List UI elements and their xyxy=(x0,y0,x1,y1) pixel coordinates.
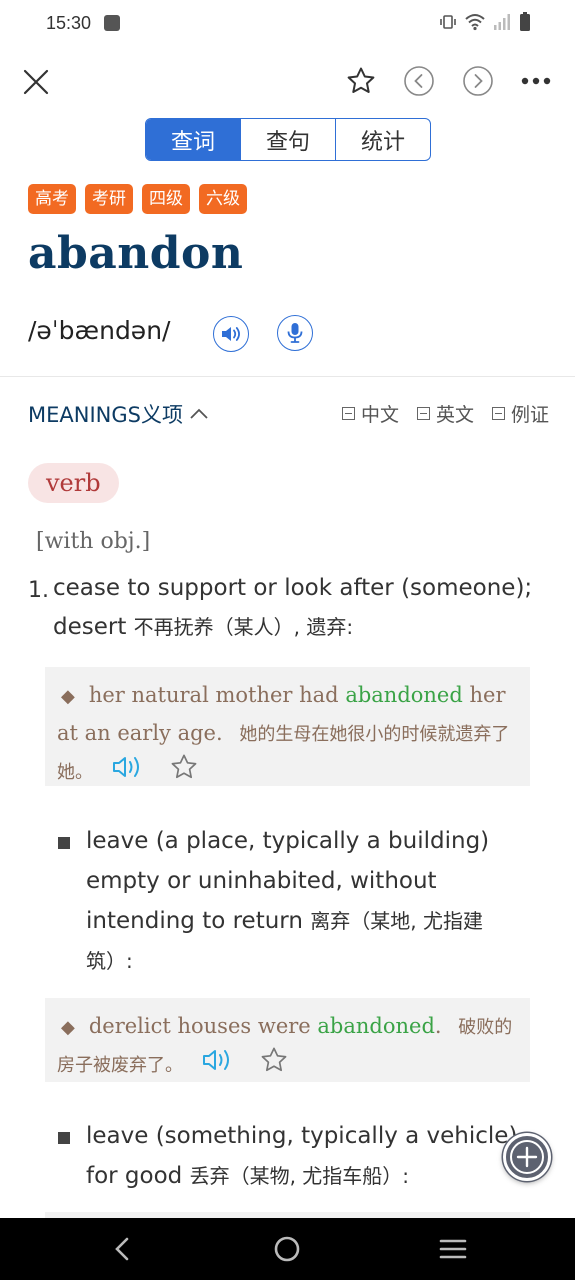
status-time: 15:30 xyxy=(46,13,92,33)
speaker-icon xyxy=(202,1050,229,1070)
example-sentence: ◆ her natural mother had abandoned her at… xyxy=(45,667,530,786)
diamond-icon: ◆ xyxy=(61,686,75,707)
filter-chinese[interactable]: 中文 xyxy=(341,400,399,427)
chevron-left-icon xyxy=(404,66,434,96)
status-bar: 15:30 xyxy=(0,0,575,48)
battery-icon xyxy=(520,12,530,31)
notification-icon xyxy=(104,15,120,31)
favorite-button[interactable] xyxy=(343,63,379,99)
speaker-icon xyxy=(112,757,139,777)
menu-icon xyxy=(439,1239,467,1259)
sense-definition: cease to support or look after (someone)… xyxy=(53,569,543,647)
filter-label: 英文 xyxy=(435,404,474,426)
display-filters: 中文 英文 例证 xyxy=(341,400,549,427)
example-favorite-button[interactable] xyxy=(260,1046,288,1085)
more-button[interactable] xyxy=(520,66,552,96)
exam-tags: 高考 考研 四级 六级 xyxy=(28,184,247,214)
star-icon xyxy=(347,67,375,93)
filter-label: 例证 xyxy=(510,404,549,426)
wifi-icon xyxy=(465,14,485,31)
filter-examples[interactable]: 例证 xyxy=(491,400,549,427)
previous-button[interactable] xyxy=(403,65,435,97)
close-icon xyxy=(23,69,49,95)
subsense-definition: leave (something, typically a vehicle) f… xyxy=(86,1116,526,1196)
star-icon xyxy=(261,1047,287,1072)
tab-lookup-sentence[interactable]: 查句 xyxy=(241,119,336,160)
chevron-right-icon xyxy=(463,66,493,96)
exam-tag: 考研 xyxy=(85,184,133,214)
meanings-label: MEANINGS义项 xyxy=(28,403,183,427)
collapse-icon xyxy=(416,407,430,420)
next-button[interactable] xyxy=(462,65,494,97)
search-mode-tabs: 查词 查句 统计 xyxy=(145,118,431,161)
recents-button[interactable] xyxy=(438,1234,468,1264)
diamond-icon: ◆ xyxy=(61,1017,75,1038)
top-bar xyxy=(0,58,575,106)
subsense-definition: leave (a place, typically a building) em… xyxy=(86,821,526,981)
add-button[interactable] xyxy=(503,1133,551,1181)
part-of-speech-badge: verb xyxy=(28,463,119,503)
example-pronounce-button[interactable] xyxy=(202,1047,236,1084)
plus-icon xyxy=(510,1140,544,1174)
tab-lookup-word[interactable]: 查词 xyxy=(146,119,241,160)
home-icon xyxy=(274,1236,300,1262)
example-pronounce-button[interactable] xyxy=(112,754,146,791)
exam-tag: 四级 xyxy=(142,184,190,214)
star-icon xyxy=(171,754,197,779)
home-button[interactable] xyxy=(272,1234,302,1264)
grammar-note: [with obj.] xyxy=(36,529,151,554)
meanings-toggle[interactable]: MEANINGS义项 xyxy=(28,399,209,429)
microphone-icon xyxy=(287,323,303,343)
headword: abandon xyxy=(28,228,244,279)
example-favorite-button[interactable] xyxy=(170,753,198,792)
pronounce-button[interactable] xyxy=(213,316,249,352)
close-button[interactable] xyxy=(18,64,54,100)
signal-icon xyxy=(494,14,510,30)
bullet-icon xyxy=(58,837,70,849)
back-icon xyxy=(115,1237,129,1261)
vibrate-icon xyxy=(440,15,456,29)
definition-zh: 不再抚养（某人）, 遗弃: xyxy=(133,615,354,639)
example-highlight: abandoned xyxy=(345,683,463,707)
more-icon xyxy=(521,77,551,85)
exam-tag: 高考 xyxy=(28,184,76,214)
filter-english[interactable]: 英文 xyxy=(416,400,474,427)
example-highlight: abandoned xyxy=(317,1014,435,1038)
definition-zh: 丢弃（某物, 尤指车船）: xyxy=(189,1164,410,1188)
phonetic: /əˈbændən/ xyxy=(28,316,171,345)
status-icons xyxy=(439,12,531,32)
collapse-icon xyxy=(491,407,505,420)
filter-label: 中文 xyxy=(360,404,399,426)
sense-number: 1. xyxy=(28,578,49,603)
system-nav-bar xyxy=(0,1218,575,1280)
example-en: . xyxy=(434,1014,442,1038)
example-sentence: ◆ derelict houses were abandoned. 破败的房子被废… xyxy=(45,998,530,1082)
collapse-icon xyxy=(341,407,355,420)
speaker-icon xyxy=(222,327,240,341)
divider xyxy=(0,376,575,377)
tab-statistics[interactable]: 统计 xyxy=(336,119,430,160)
example-en: derelict houses were xyxy=(88,1014,311,1038)
exam-tag: 六级 xyxy=(199,184,247,214)
example-en: her natural mother had xyxy=(88,683,339,707)
bullet-icon xyxy=(58,1132,70,1144)
record-button[interactable] xyxy=(277,315,313,351)
back-button[interactable] xyxy=(108,1234,136,1264)
chevron-up-icon xyxy=(190,408,208,419)
